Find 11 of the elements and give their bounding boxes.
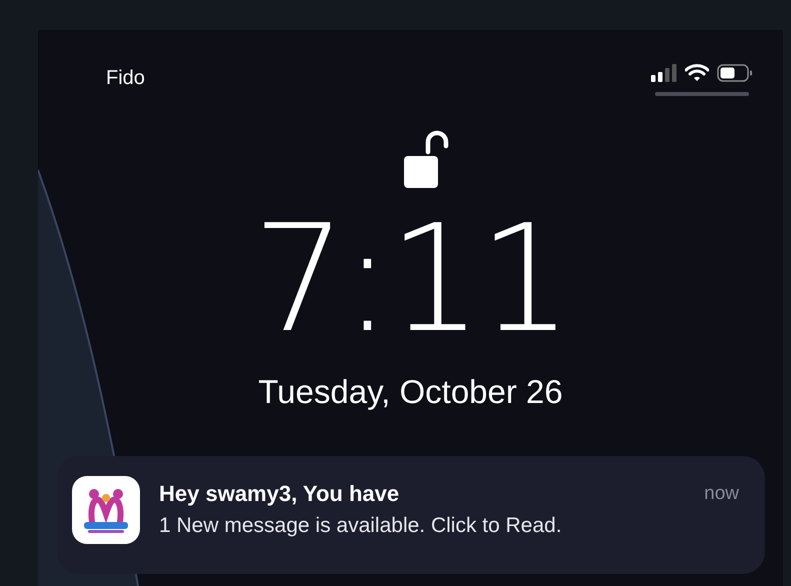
clock-time: 7:11 <box>252 204 569 354</box>
app-icon <box>72 476 140 544</box>
signal-icon <box>651 64 677 82</box>
notification-card[interactable]: Hey swamy3, You have now 1 New message is available. Click to Read. <box>57 456 765 574</box>
notification-title: Hey swamy3, You have <box>159 481 400 507</box>
notification-message: 1 New message is available. Click to Read. <box>159 513 563 539</box>
wifi-icon <box>685 64 709 82</box>
carrier-name: Fido <box>106 66 145 90</box>
notification-time: now <box>704 482 739 506</box>
clock-date: Tuesday, October 26 <box>258 372 563 412</box>
battery-icon <box>717 64 753 82</box>
